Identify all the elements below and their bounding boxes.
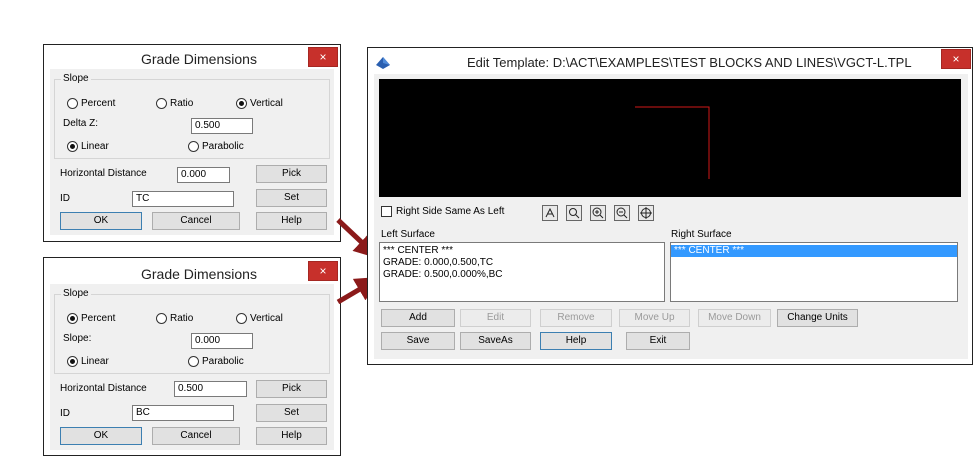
slope-label: Slope: (63, 333, 92, 344)
app-logo-icon (376, 57, 390, 69)
left-surface-label: Left Surface (381, 229, 435, 240)
view-toolbar (542, 205, 662, 223)
set-button[interactable]: Set (256, 189, 327, 207)
pan-icon[interactable] (542, 205, 558, 221)
move-down-button[interactable]: Move Down (698, 309, 771, 327)
delta-z-input[interactable]: 0.500 (191, 118, 253, 134)
slope-group-label: Slope (61, 288, 91, 299)
save-as-button[interactable]: SaveAs (460, 332, 531, 350)
horizontal-distance-input[interactable]: 0.000 (177, 167, 230, 183)
window-body: Right Side Same As Left Left Surface Rig… (374, 74, 968, 359)
move-up-button[interactable]: Move Up (619, 309, 690, 327)
dialog-title: Grade Dimensions (141, 51, 257, 67)
parabolic-radio[interactable] (188, 141, 199, 152)
cancel-button[interactable]: Cancel (152, 212, 240, 230)
zoom-in-icon[interactable] (590, 205, 606, 221)
help-button[interactable]: Help (256, 427, 327, 445)
zoom-extents-icon[interactable] (638, 205, 654, 221)
right-side-same-label: Right Side Same As Left (396, 206, 505, 217)
linear-label: Linear (81, 356, 109, 367)
horizontal-distance-label: Horizontal Distance (60, 383, 147, 394)
zoom-window-icon[interactable] (566, 205, 582, 221)
percent-radio[interactable] (67, 98, 78, 109)
exit-button[interactable]: Exit (626, 332, 690, 350)
ratio-label: Ratio (170, 313, 194, 324)
slope-group: Slope Percent Ratio Vertical Delta Z: 0.… (54, 73, 330, 159)
list-item[interactable]: *** CENTER *** (671, 245, 957, 257)
linear-radio[interactable] (67, 141, 78, 152)
id-label: ID (60, 193, 70, 204)
template-preview-canvas[interactable] (379, 79, 961, 197)
percent-label: Percent (81, 313, 116, 324)
percent-label: Percent (81, 98, 116, 109)
set-button[interactable]: Set (256, 404, 327, 422)
parabolic-radio[interactable] (188, 356, 199, 367)
edit-button[interactable]: Edit (460, 309, 531, 327)
help-button[interactable]: Help (256, 212, 327, 230)
id-input[interactable]: BC (132, 405, 234, 421)
help-button[interactable]: Help (540, 332, 612, 350)
linear-radio[interactable] (67, 356, 78, 367)
horizontal-distance-input[interactable]: 0.500 (174, 381, 247, 397)
list-item[interactable]: *** CENTER *** (380, 245, 664, 257)
grade-dimensions-dialog-1: Grade Dimensions × Slope Percent Ratio V… (43, 44, 341, 242)
list-item[interactable]: GRADE: 0.500,0.000%,BC (380, 269, 664, 281)
ratio-radio[interactable] (156, 98, 167, 109)
pick-button[interactable]: Pick (256, 165, 327, 183)
close-button[interactable]: × (308, 47, 338, 67)
window-title: Edit Template: D:\ACT\EXAMPLES\TEST BLOC… (467, 55, 912, 70)
vertical-label: Vertical (250, 313, 283, 324)
delta-z-label: Delta Z: (63, 118, 99, 129)
list-item[interactable]: GRADE: 0.000,0.500,TC (380, 257, 664, 269)
save-button[interactable]: Save (381, 332, 455, 350)
ok-button[interactable]: OK (60, 212, 142, 230)
ok-button[interactable]: OK (60, 427, 142, 445)
vertical-label: Vertical (250, 98, 283, 109)
template-section-line (635, 106, 710, 179)
close-button[interactable]: × (941, 49, 971, 69)
pick-button[interactable]: Pick (256, 380, 327, 398)
right-surface-list[interactable]: *** CENTER *** (670, 242, 958, 302)
vertical-radio[interactable] (236, 313, 247, 324)
vertical-radio[interactable] (236, 98, 247, 109)
right-side-same-checkbox[interactable] (381, 206, 392, 217)
ratio-radio[interactable] (156, 313, 167, 324)
slope-group: Slope Percent Ratio Vertical Slope: 0.00… (54, 288, 330, 374)
parabolic-label: Parabolic (202, 356, 244, 367)
edit-template-window: Edit Template: D:\ACT\EXAMPLES\TEST BLOC… (367, 47, 973, 365)
parabolic-label: Parabolic (202, 141, 244, 152)
dialog-body: Slope Percent Ratio Vertical Delta Z: 0.… (50, 69, 334, 235)
percent-radio[interactable] (67, 313, 78, 324)
ratio-label: Ratio (170, 98, 194, 109)
remove-button[interactable]: Remove (540, 309, 612, 327)
zoom-out-icon[interactable] (614, 205, 630, 221)
add-button[interactable]: Add (381, 309, 455, 327)
slope-input[interactable]: 0.000 (191, 333, 253, 349)
change-units-button[interactable]: Change Units (777, 309, 858, 327)
horizontal-distance-label: Horizontal Distance (60, 168, 147, 179)
right-surface-label: Right Surface (671, 229, 732, 240)
id-input[interactable]: TC (132, 191, 234, 207)
id-label: ID (60, 408, 70, 419)
linear-label: Linear (81, 141, 109, 152)
grade-dimensions-dialog-2: Grade Dimensions × Slope Percent Ratio V… (43, 257, 341, 456)
slope-group-label: Slope (61, 73, 91, 84)
dialog-body: Slope Percent Ratio Vertical Slope: 0.00… (50, 284, 334, 450)
left-surface-list[interactable]: *** CENTER *** GRADE: 0.000,0.500,TC GRA… (379, 242, 665, 302)
cancel-button[interactable]: Cancel (152, 427, 240, 445)
dialog-title: Grade Dimensions (141, 266, 257, 282)
